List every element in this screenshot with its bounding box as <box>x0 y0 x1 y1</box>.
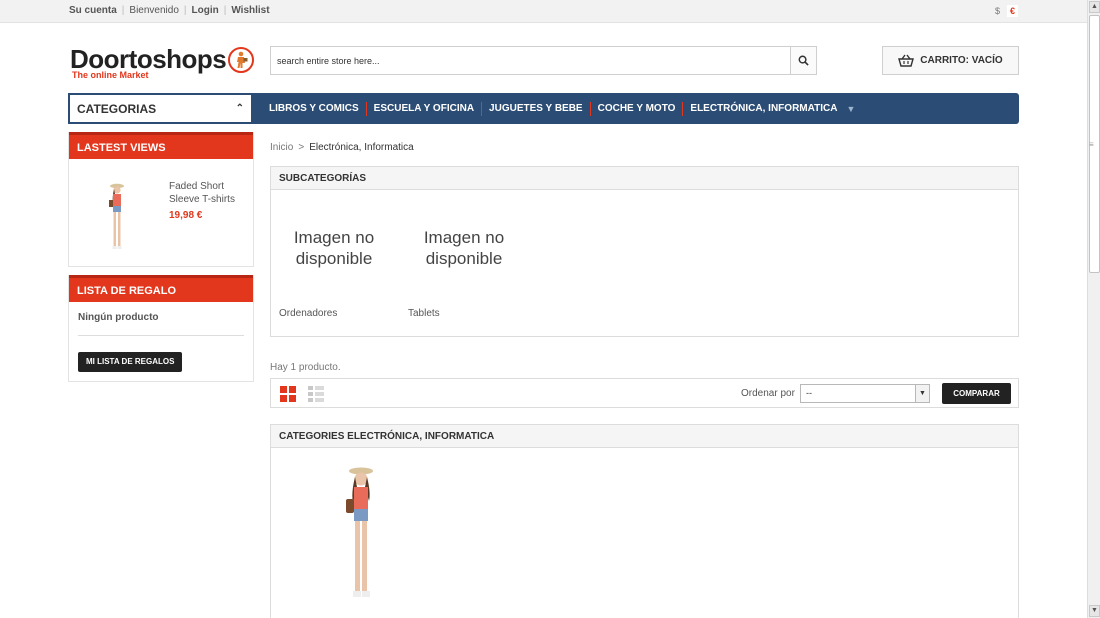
product-thumbnail[interactable] <box>105 182 129 257</box>
breadcrumb: Inicio > Electrónica, Informatica <box>270 142 414 153</box>
scroll-up-arrow-icon[interactable]: ▲ <box>1089 1 1100 13</box>
scroll-grip-icon: ≡ <box>1089 140 1094 149</box>
chevron-down-icon: ▼ <box>915 385 929 402</box>
nav-item-libros[interactable]: LIBROS Y COMICS <box>263 103 366 114</box>
subcategory-link-tablets[interactable]: Tablets <box>408 308 440 319</box>
divider <box>78 335 244 336</box>
logo-tagline: The online Market <box>72 70 149 80</box>
nav-item-escuela[interactable]: ESCUELA Y OFICINA <box>367 103 481 114</box>
latest-views-title: LASTEST VIEWS <box>69 132 253 159</box>
separator: | <box>183 5 187 16</box>
main-nav: LIBROS Y COMICS ESCUELA Y OFICINA JUGUET… <box>253 93 1019 124</box>
subcategory-image[interactable]: Imagen no disponible <box>279 227 389 269</box>
breadcrumb-separator: > <box>298 142 305 153</box>
subcategories-panel: SUBCATEGORÍAS Imagen no disponible Image… <box>270 166 1019 337</box>
currency-euro[interactable]: € <box>1007 5 1019 17</box>
delivery-person-icon <box>228 46 255 73</box>
scroll-down-arrow-icon[interactable]: ▼ <box>1089 605 1100 617</box>
scrollbar[interactable]: ▲ ▼ <box>1087 0 1100 618</box>
logo[interactable]: Doortoshops The online Market <box>70 44 255 80</box>
list-view-icon[interactable] <box>308 386 324 402</box>
sort-bar: Ordenar por -- ▼ COMPARAR <box>270 378 1019 408</box>
search-bar <box>270 46 817 75</box>
breadcrumb-home[interactable]: Inicio <box>270 142 293 153</box>
product-count: Hay 1 producto. <box>270 362 341 373</box>
cart-button[interactable]: CARRITO: VACÍO <box>882 46 1019 75</box>
gift-list-title: LISTA DE REGALO <box>69 275 253 302</box>
currency-selector: $ € <box>992 5 1019 17</box>
top-bar: Su cuenta | Bienvenido | Login | Wishlis… <box>0 0 1087 23</box>
product-price: 19,98 € <box>169 210 203 221</box>
sort-label: Ordenar por <box>741 388 795 399</box>
welcome-text: Bienvenido <box>129 5 179 16</box>
category-products-title: CATEGORIES ELECTRÓNICA, INFORMATICA <box>271 425 1018 448</box>
product-image[interactable] <box>341 465 381 608</box>
category-products-panel: CATEGORIES ELECTRÓNICA, INFORMATICA <box>270 424 1019 618</box>
cart-label: CARRITO: VACÍO <box>920 55 1003 66</box>
compare-button[interactable]: COMPARAR <box>942 383 1011 404</box>
nav-item-coche[interactable]: COCHE Y MOTO <box>591 103 683 114</box>
currency-dollar[interactable]: $ <box>992 5 1003 17</box>
account-links: Su cuenta | Bienvenido | Login | Wishlis… <box>69 5 270 16</box>
product-name-link[interactable]: Faded Short Sleeve T-shirts <box>169 180 249 206</box>
my-gift-list-button[interactable]: MI LISTA DE REGALOS <box>78 352 183 372</box>
separator: | <box>121 5 125 16</box>
grid-view-icon[interactable] <box>280 386 296 402</box>
sort-value: -- <box>806 388 812 398</box>
latest-views-block: LASTEST VIEWS Faded Short Sleeve T-shirt… <box>68 132 254 267</box>
chevron-up-icon: ⌃ <box>235 103 244 114</box>
subcategory-image[interactable]: Imagen no disponible <box>409 227 519 269</box>
wishlist-link[interactable]: Wishlist <box>231 5 269 16</box>
search-icon <box>798 55 809 66</box>
search-button[interactable] <box>790 47 816 74</box>
basket-icon <box>898 54 915 67</box>
nav-item-juguetes[interactable]: JUGUETES Y BEBE <box>482 103 590 114</box>
caret-down-icon[interactable]: ▼ <box>846 104 855 114</box>
subcategory-link-ordenadores[interactable]: Ordenadores <box>279 308 337 319</box>
gift-list-empty: Ningún producto <box>78 312 159 323</box>
breadcrumb-current: Electrónica, Informatica <box>309 142 414 153</box>
separator: | <box>223 5 227 16</box>
search-input[interactable] <box>271 47 790 74</box>
nav-item-electronica[interactable]: ELECTRÓNICA, INFORMATICA <box>683 103 844 114</box>
gift-list-block: LISTA DE REGALO Ningún producto MI LISTA… <box>68 275 254 382</box>
account-link[interactable]: Su cuenta <box>69 5 117 16</box>
categories-toggle[interactable]: CATEGORIAS ⌃ <box>68 93 253 124</box>
categories-label: CATEGORIAS <box>77 101 157 116</box>
subcategories-title: SUBCATEGORÍAS <box>271 167 1018 190</box>
login-link[interactable]: Login <box>192 5 219 16</box>
sort-select[interactable]: -- ▼ <box>800 384 930 403</box>
